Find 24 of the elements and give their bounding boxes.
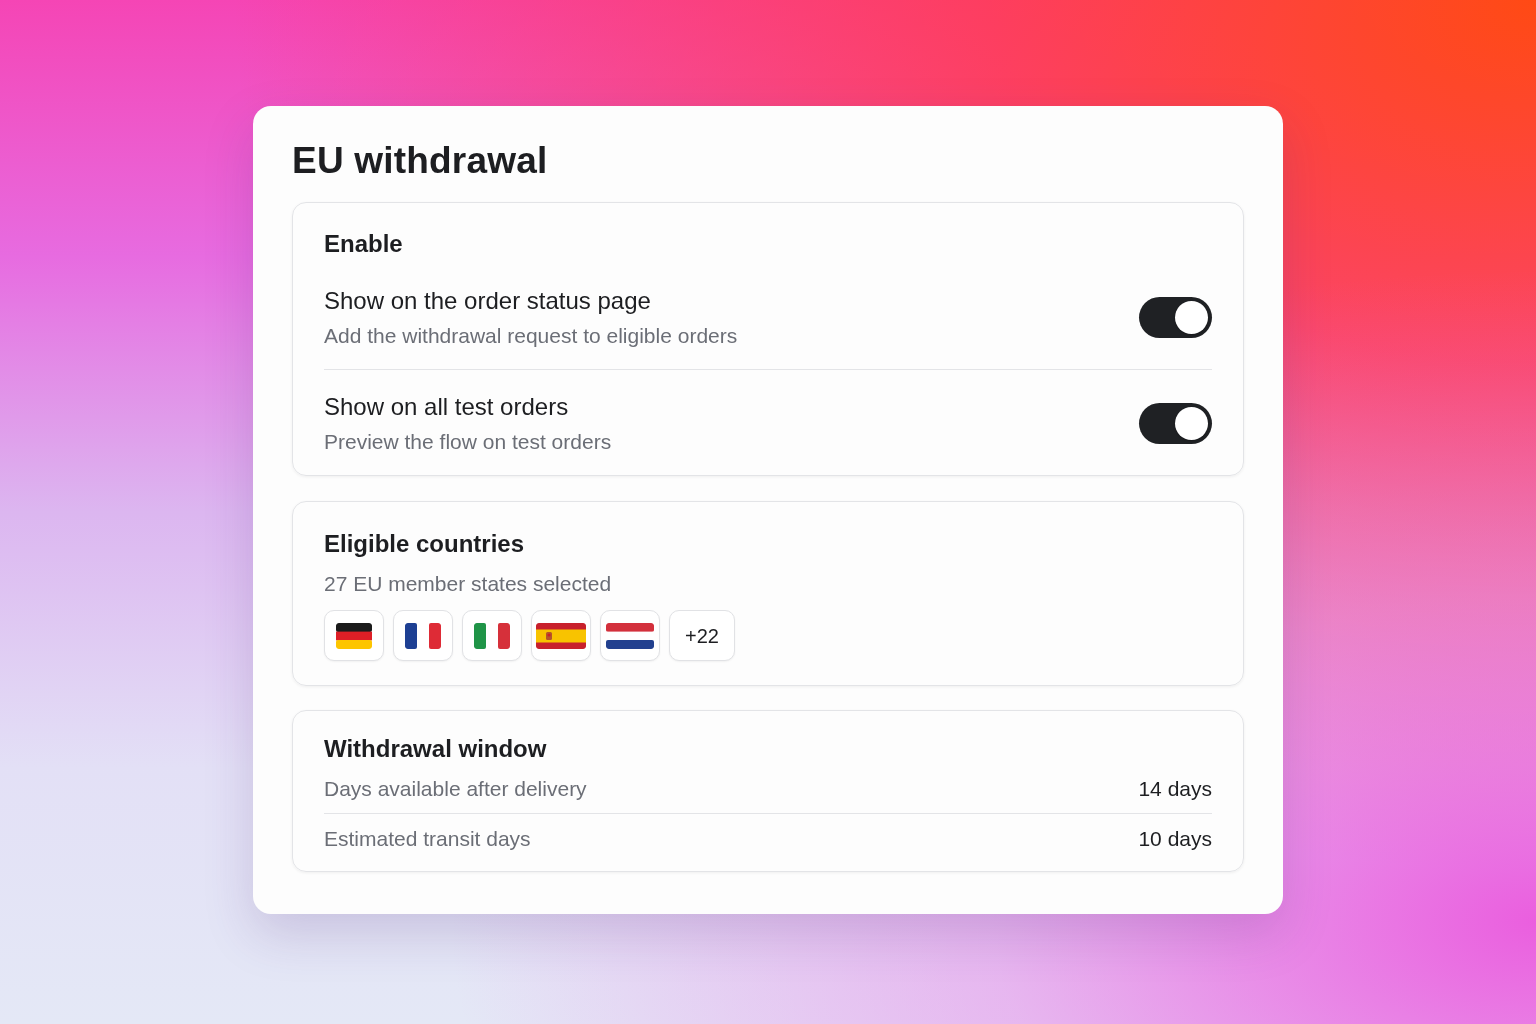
section-title: Eligible countries — [324, 529, 526, 559]
section-title: Withdrawal window — [324, 734, 548, 764]
italian-flag-icon — [474, 622, 510, 649]
german-flag-icon — [336, 622, 372, 649]
setting-label: Show on all test orders — [324, 392, 570, 422]
toggle-switch[interactable] — [1139, 403, 1212, 444]
dutch-flag-icon — [606, 622, 654, 649]
setting-value: 10 days — [1138, 826, 1212, 852]
flag-chip[interactable] — [393, 610, 453, 661]
flag-chip[interactable] — [600, 610, 660, 661]
countries-summary: 27 EU member states selected — [324, 571, 613, 597]
setting-description: Add the withdrawal request to eligible orders — [324, 323, 738, 349]
spanish-flag-icon — [536, 622, 586, 649]
flag-chip[interactable] — [324, 610, 384, 661]
setting-label: Show on the order status page — [324, 286, 652, 316]
setting-label: Estimated transit days — [324, 826, 531, 852]
french-flag-icon — [405, 622, 441, 649]
setting-label: Days available after delivery — [324, 776, 587, 802]
setting-description: Preview the flow on test orders — [324, 429, 612, 455]
toggle-switch[interactable] — [1139, 297, 1212, 338]
setting-value: 14 days — [1138, 776, 1212, 802]
card-title: EU withdrawal — [292, 140, 549, 182]
more-countries-chip[interactable]: +22 — [669, 610, 735, 661]
section-title: Enable — [324, 229, 404, 259]
